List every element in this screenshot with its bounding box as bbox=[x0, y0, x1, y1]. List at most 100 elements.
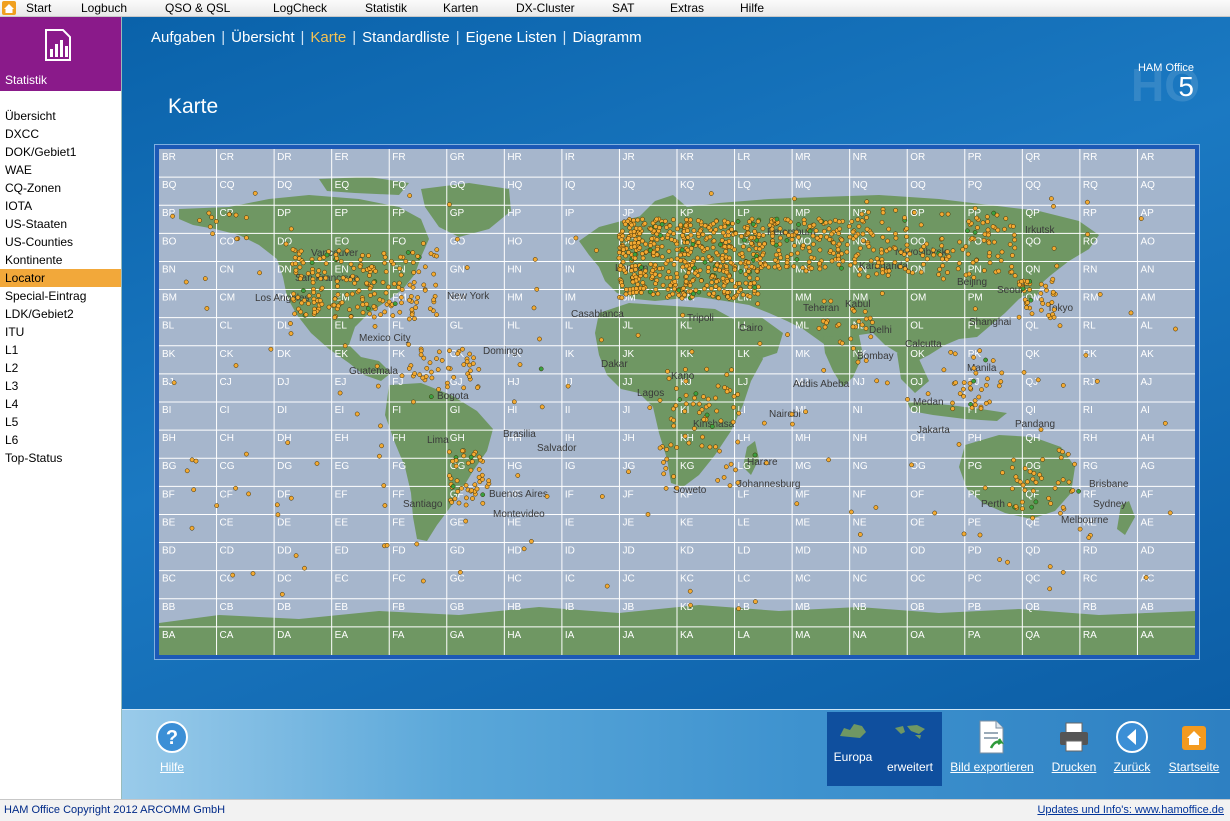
home-icon[interactable] bbox=[2, 1, 16, 15]
qso-marker bbox=[945, 249, 950, 255]
tab-karte[interactable]: Karte bbox=[310, 29, 346, 46]
grid-square-label: GD bbox=[450, 546, 465, 557]
tab-eigene-listen[interactable]: Eigene Listen bbox=[466, 29, 557, 46]
sidebar-item-iota[interactable]: IOTA bbox=[0, 197, 121, 215]
sidebar-item-special-eintrag[interactable]: Special-Eintrag bbox=[0, 287, 121, 305]
qso-marker bbox=[717, 448, 722, 454]
qso-marker bbox=[836, 256, 841, 262]
menu-extras[interactable]: Extras bbox=[670, 1, 704, 15]
menu-logcheck[interactable]: LogCheck bbox=[273, 1, 327, 15]
qso-marker bbox=[931, 252, 936, 258]
sidebar-item-l2[interactable]: L2 bbox=[0, 359, 121, 377]
grid-square-label: DI bbox=[277, 405, 287, 416]
sidebar-item-l3[interactable]: L3 bbox=[0, 377, 121, 395]
grid-square-label: MD bbox=[795, 546, 811, 557]
qso-marker bbox=[853, 253, 859, 259]
qso-marker bbox=[998, 379, 1004, 384]
qso-marker bbox=[690, 278, 696, 283]
tab-diagramm[interactable]: Diagramm bbox=[572, 29, 641, 46]
sidebar-item-l4[interactable]: L4 bbox=[0, 395, 121, 413]
qso-marker bbox=[377, 453, 382, 459]
qso-marker bbox=[725, 220, 731, 225]
tab-aufgaben[interactable]: Aufgaben bbox=[151, 29, 215, 46]
qso-marker bbox=[1038, 307, 1044, 313]
qso-marker bbox=[288, 331, 294, 336]
qso-marker bbox=[686, 440, 692, 446]
qso-marker bbox=[382, 309, 388, 315]
qso-marker bbox=[826, 226, 832, 232]
grid-square-label: HB bbox=[507, 602, 521, 613]
sidebar-item-ldk-gebiet2[interactable]: LDK/Gebiet2 bbox=[0, 305, 121, 323]
qso-marker bbox=[283, 241, 289, 247]
sidebar-item-cq-zonen[interactable]: CQ-Zonen bbox=[0, 179, 121, 197]
grid-square-label: EF bbox=[335, 489, 348, 500]
updates-link[interactable]: Updates und Info's: www.hamoffice.de bbox=[1037, 804, 1224, 816]
city-label: Buenos Aires bbox=[489, 489, 548, 500]
menu-statistik[interactable]: Statistik bbox=[365, 1, 407, 15]
grid-square-label: FG bbox=[392, 461, 406, 472]
qso-marker bbox=[985, 232, 991, 238]
qso-marker bbox=[372, 324, 378, 329]
menu-start[interactable]: Start bbox=[26, 1, 51, 15]
qso-marker bbox=[810, 233, 816, 239]
sidebar-item-l6[interactable]: L6 bbox=[0, 431, 121, 449]
qso-marker bbox=[711, 238, 717, 244]
back-button[interactable]: Zurück bbox=[1110, 720, 1154, 774]
grid-square-label: FJ bbox=[392, 377, 403, 388]
sidebar-item-dok-gebiet1[interactable]: DOK/Gebiet1 bbox=[0, 143, 121, 161]
menu-hilfe[interactable]: Hilfe bbox=[740, 1, 764, 15]
qso-marker bbox=[790, 421, 795, 427]
qso-marker bbox=[275, 512, 281, 518]
tab-standardliste[interactable]: Standardliste bbox=[362, 29, 450, 46]
start-page-button[interactable]: Startseite bbox=[1166, 720, 1222, 774]
qso-marker bbox=[350, 291, 355, 297]
sidebar-item-dxcc[interactable]: DXCC bbox=[0, 125, 121, 143]
qso-marker bbox=[682, 433, 688, 439]
sidebar-item-locator[interactable]: Locator bbox=[0, 269, 121, 287]
sidebar-item-wae[interactable]: WAE bbox=[0, 161, 121, 179]
qso-marker bbox=[939, 211, 945, 217]
sidebar-item-us-staaten[interactable]: US-Staaten bbox=[0, 215, 121, 233]
menu-sat[interactable]: SAT bbox=[612, 1, 634, 15]
sidebar-item-itu[interactable]: ITU bbox=[0, 323, 121, 341]
qso-marker bbox=[337, 390, 343, 396]
export-image-button[interactable]: Bild exportieren bbox=[948, 720, 1036, 774]
sidebar-item-l5[interactable]: L5 bbox=[0, 413, 121, 431]
grid-square-label: ID bbox=[565, 546, 575, 557]
locator-world-map[interactable]: BRBQBPBOBNBMBLBKBJBIBHBGBFBEBDBCBBBACRCQ… bbox=[159, 149, 1195, 655]
help-button[interactable]: ? Hilfe bbox=[150, 720, 194, 774]
grid-square-label: AB bbox=[1140, 602, 1154, 613]
grid-square-label: LA bbox=[738, 630, 751, 641]
menu-dx-cluster[interactable]: DX-Cluster bbox=[516, 1, 575, 15]
grid-square-label: AM bbox=[1140, 293, 1155, 304]
print-button[interactable]: Drucken bbox=[1050, 720, 1098, 774]
sidebar-item--bersicht[interactable]: Übersicht bbox=[0, 107, 121, 125]
europa-map-button[interactable]: Europa bbox=[828, 720, 878, 764]
qso-marker bbox=[904, 247, 910, 253]
menu-qso-qsl[interactable]: QSO & QSL bbox=[165, 1, 230, 15]
sidebar-item-us-counties[interactable]: US-Counties bbox=[0, 233, 121, 251]
grid-square-label: HM bbox=[507, 293, 523, 304]
qso-marker bbox=[814, 235, 820, 241]
sidebar-item-l1[interactable]: L1 bbox=[0, 341, 121, 359]
grid-square-label: GI bbox=[450, 405, 461, 416]
menu-karten[interactable]: Karten bbox=[443, 1, 478, 15]
qso-marker bbox=[476, 474, 482, 480]
tab--bersicht[interactable]: Übersicht bbox=[231, 29, 294, 46]
qso-marker bbox=[716, 295, 721, 301]
grid-square-label: GJ bbox=[450, 377, 463, 388]
menu-logbuch[interactable]: Logbuch bbox=[81, 1, 127, 15]
qso-marker bbox=[754, 268, 760, 274]
erweitert-map-button[interactable]: erweitert bbox=[882, 720, 938, 774]
sidebar-item-top-status[interactable]: Top-Status bbox=[0, 449, 121, 467]
sidebar-item-kontinente[interactable]: Kontinente bbox=[0, 251, 121, 269]
city-label: Montevideo bbox=[493, 509, 545, 520]
qso-marker bbox=[1085, 231, 1090, 237]
qso-marker bbox=[1043, 283, 1049, 289]
grid-square-label: OD bbox=[910, 546, 925, 557]
qso-marker bbox=[331, 302, 337, 308]
qso-marker bbox=[950, 400, 955, 406]
qso-marker bbox=[226, 212, 232, 217]
qso-marker bbox=[857, 532, 863, 537]
qso-marker bbox=[701, 394, 706, 400]
